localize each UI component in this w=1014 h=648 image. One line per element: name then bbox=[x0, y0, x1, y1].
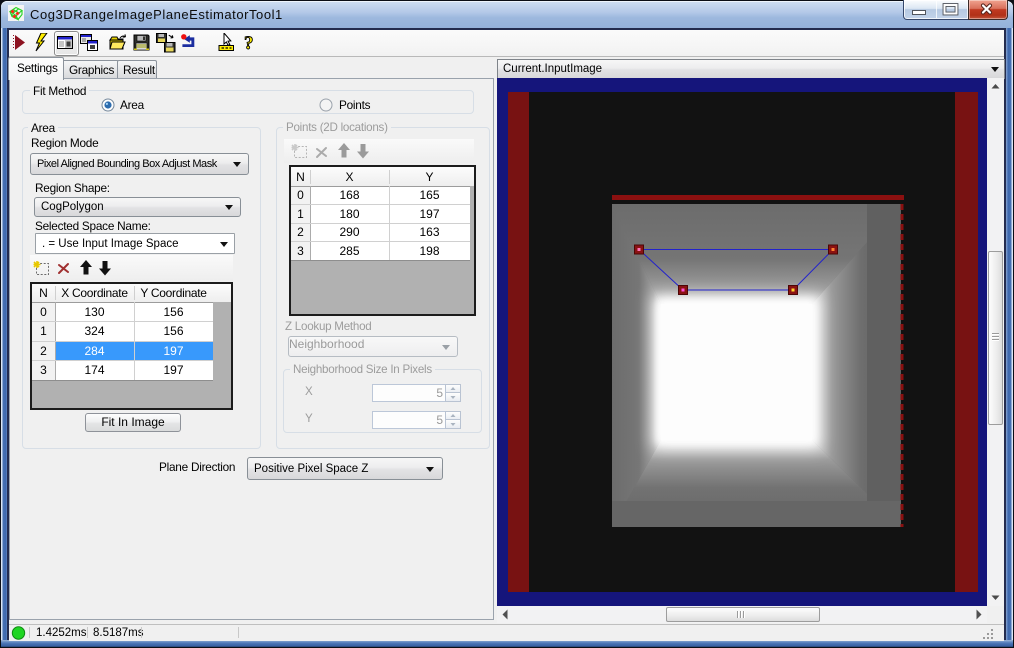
svg-text:?: ? bbox=[244, 33, 254, 53]
